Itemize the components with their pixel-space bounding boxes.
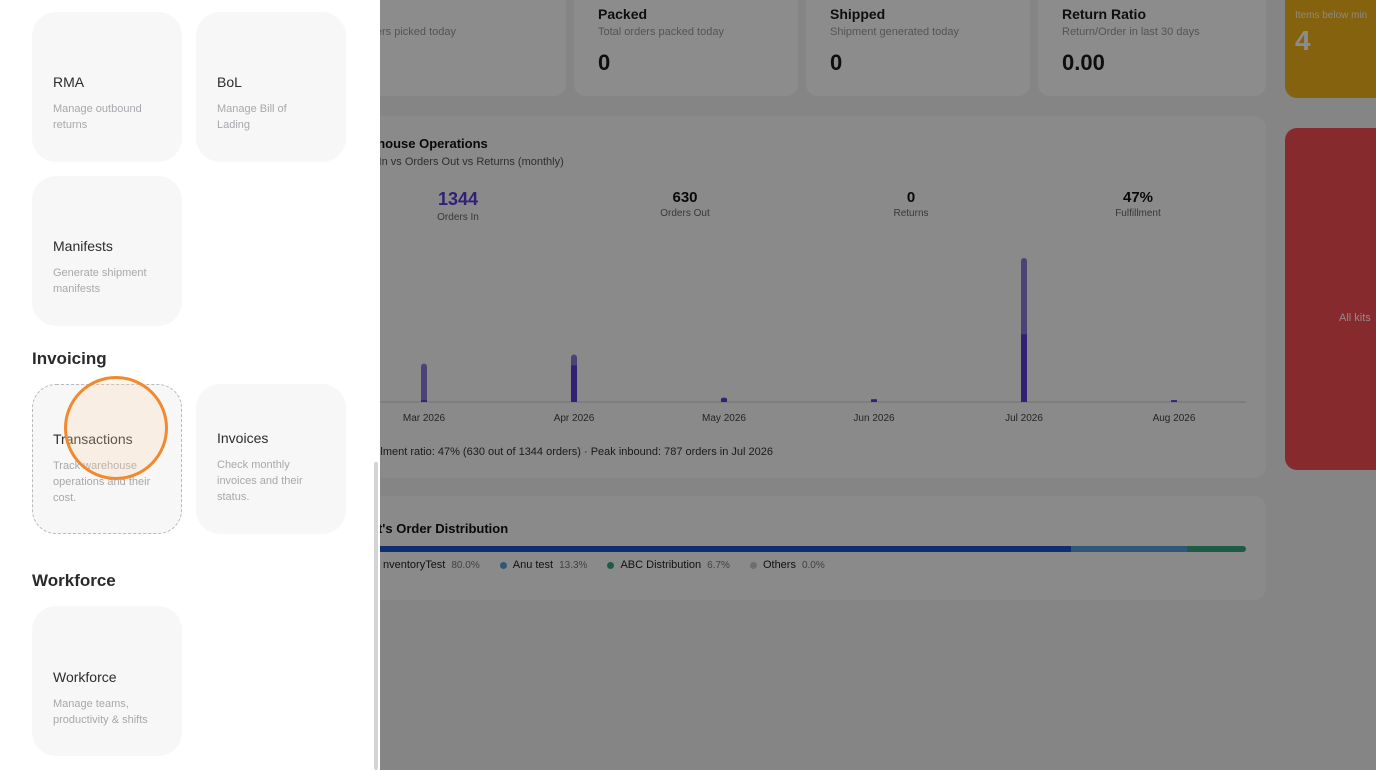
tile-title: Transactions [53, 431, 133, 447]
tile-workforce[interactable]: Workforce Manage teams, productivity & s… [32, 606, 182, 756]
tile-title: Workforce [53, 669, 117, 685]
tile-transactions[interactable]: Transactions Track warehouse operations … [32, 384, 182, 534]
tile-description: Manage teams, productivity & shifts [53, 698, 148, 726]
tile-description: Track warehouse operations and their cos… [53, 460, 151, 504]
tile-title: BoL [217, 74, 242, 90]
tile-description: Generate shipment manifests [53, 267, 147, 295]
tile-title: Manifests [53, 238, 113, 254]
drawer-scrollbar[interactable] [374, 462, 378, 770]
section-heading-invoicing: Invoicing [32, 349, 107, 368]
apps-drawer: RMA Manage outbound returns BoL Manage B… [0, 0, 380, 770]
tile-bol[interactable]: BoL Manage Bill of Lading [196, 12, 346, 162]
tile-invoices[interactable]: Invoices Check monthly invoices and thei… [196, 384, 346, 534]
tile-description: Manage Bill of Lading [217, 103, 287, 131]
tile-title: Invoices [217, 430, 269, 446]
section-heading-workforce: Workforce [32, 571, 116, 590]
tile-rma[interactable]: RMA Manage outbound returns [32, 12, 182, 162]
tile-description: Manage outbound returns [53, 103, 142, 131]
tile-manifests[interactable]: Manifests Generate shipment manifests [32, 176, 182, 326]
tile-title: RMA [53, 74, 85, 90]
tile-description: Check monthly invoices and their status. [217, 459, 303, 503]
